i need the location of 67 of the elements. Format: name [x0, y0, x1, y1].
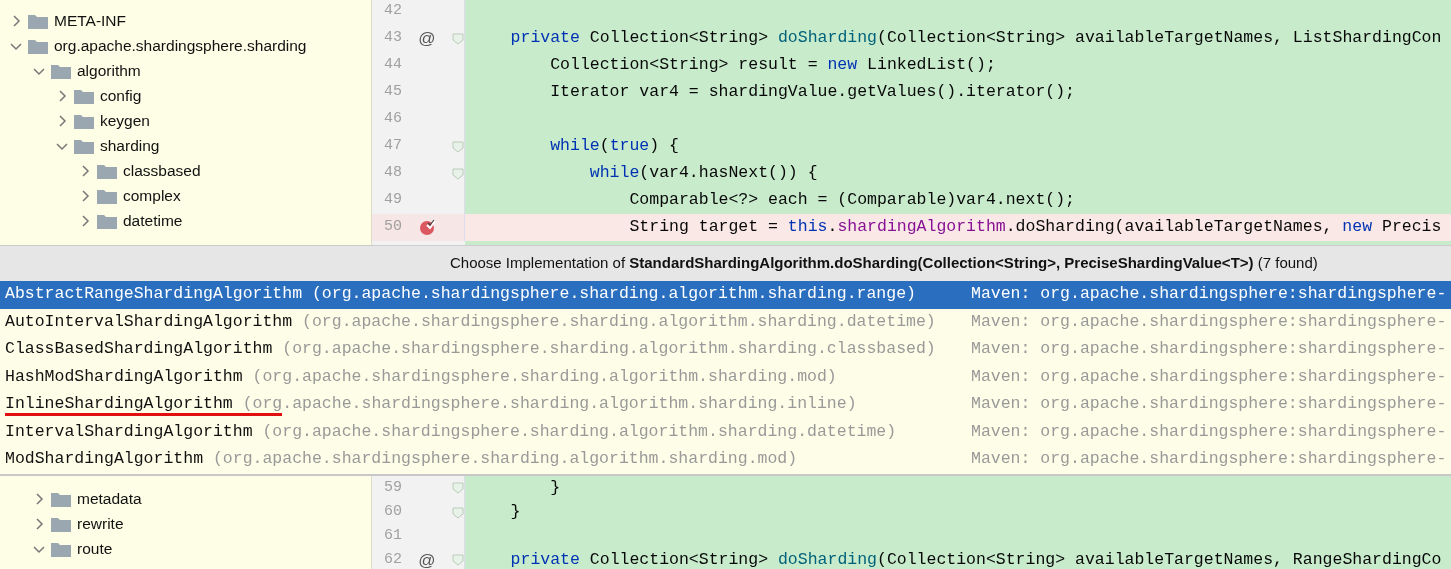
- folder-icon: [97, 212, 117, 229]
- folder-icon: [97, 187, 117, 204]
- tree-item-label[interactable]: sharding: [100, 133, 160, 158]
- code-line: Iterator var4 = shardingValue.getValues().iterator();: [549, 81, 1075, 104]
- chevron-down-icon[interactable]: [33, 543, 45, 555]
- code-line: Comparable<?> each = (Comparable)var4.next();: [628, 189, 1075, 212]
- folder-icon: [28, 12, 48, 29]
- line-number: 59: [383, 477, 402, 498]
- implementation-item[interactable]: AutoIntervalShardingAlgorithm (org.apache.shardingsphere.sharding.algorithm.sharding.datetime) Maven: org.apache.shardingsphere:shardingsphere-: [0, 308, 1451, 336]
- chevron-right-icon[interactable]: [10, 14, 22, 27]
- folder-icon: [51, 491, 71, 507]
- implementation-item[interactable]: ClassBasedShardingAlgorithm (org.apache.shardingsphere.sharding.algorithm.sharding.classbased) Maven: org.apache.shardingsphere:shardingsphere-: [0, 336, 1451, 364]
- tree-item-label[interactable]: route: [77, 537, 113, 561]
- line-number: 48: [383, 163, 402, 184]
- tree-item-label[interactable]: keygen: [100, 108, 150, 133]
- code-line: while(var4.hasNext()) {: [588, 162, 818, 185]
- chevron-right-icon[interactable]: [79, 189, 91, 202]
- tree-item-label[interactable]: datetime: [123, 208, 183, 233]
- tree-item-label[interactable]: config: [100, 83, 142, 108]
- implementation-item[interactable]: ModShardingAlgorithm (org.apache.shardingsphere.sharding.algorithm.sharding.mod) Maven: org.apache.shardingsphere:shardingsphere-: [0, 446, 1451, 474]
- code-line: }: [549, 476, 561, 499]
- folder-icon: [74, 137, 94, 154]
- folder-icon: [51, 516, 71, 532]
- chevron-right-icon[interactable]: [33, 518, 45, 530]
- folder-icon: [97, 162, 117, 179]
- folder-icon: [74, 87, 94, 104]
- code-line: private Collection<String> doSharding(Collection<String> availableTargetNames, ListShardingCon: [509, 27, 1442, 50]
- code-line: }: [509, 501, 521, 524]
- chevron-right-icon[interactable]: [56, 89, 68, 102]
- code-line: private Collection<String> doSharding(Collection<String> availableTargetNames, RangeShardingCo: [509, 548, 1442, 569]
- tree-item-label[interactable]: metadata: [77, 487, 142, 511]
- tree-item-label[interactable]: rewrite: [77, 512, 124, 536]
- popup-title: Choose Implementation of StandardShardingAlgorithm.doSharding(Collection<String>, PreciseShardingValue<T>) (7 found): [450, 253, 1318, 274]
- code-line: Collection<String> result = new LinkedList();: [549, 54, 996, 77]
- line-number: 42: [383, 1, 402, 22]
- folder-icon: [28, 37, 48, 54]
- tree-item-label[interactable]: org.apache.shardingsphere.sharding: [54, 33, 307, 58]
- implementation-item[interactable]: AbstractRangeShardingAlgorithm (org.apache.shardingsphere.sharding.algorithm.sharding.range) Maven: org.apache.shardingsphere:shardingsphere-: [0, 281, 1451, 309]
- tree-item-label[interactable]: META-INF: [54, 8, 127, 33]
- chevron-right-icon[interactable]: [79, 164, 91, 177]
- override-marker[interactable]: @: [418, 547, 436, 569]
- line-number: 49: [383, 190, 402, 211]
- chevron-right-icon[interactable]: [33, 493, 45, 505]
- folder-icon: [51, 541, 71, 557]
- line-number: 43: [383, 28, 402, 49]
- folder-icon: [74, 112, 94, 129]
- override-marker[interactable]: @: [418, 25, 436, 52]
- tree-item-label[interactable]: classbased: [123, 158, 201, 183]
- line-number: 50: [383, 217, 402, 238]
- chevron-right-icon[interactable]: [79, 214, 91, 227]
- line-number: 62: [383, 550, 402, 569]
- line-number: 60: [383, 502, 402, 523]
- line-number: 47: [383, 136, 402, 157]
- tree-item-label[interactable]: algorithm: [77, 58, 141, 83]
- folder-icon: [51, 62, 71, 79]
- implementation-item[interactable]: InlineShardingAlgorithm (org.apache.shardingsphere.sharding.algorithm.sharding.inline) Maven: org.apache.shardingsphere:shardingsphere-: [0, 391, 1451, 419]
- implementation-item[interactable]: HashModShardingAlgorithm (org.apache.shardingsphere.sharding.algorithm.sharding.mod) Maven: org.apache.shardingsphere:shardingsphere-: [0, 363, 1451, 391]
- line-number: 45: [383, 82, 402, 103]
- line-number: 46: [383, 109, 402, 130]
- breakpoint-icon[interactable]: [418, 219, 436, 236]
- code-line: String target = this.shardingAlgorithm.doSharding(availableTargetNames, new Precis: [628, 216, 1442, 239]
- tree-item-label[interactable]: complex: [123, 183, 181, 208]
- implementation-item[interactable]: IntervalShardingAlgorithm (org.apache.shardingsphere.sharding.algorithm.sharding.datetime) Maven: org.apache.shardingsphere:shardingsphere-: [0, 418, 1451, 446]
- code-line: while(true) {: [549, 135, 679, 158]
- line-number: 44: [383, 55, 402, 76]
- chevron-right-icon[interactable]: [56, 114, 68, 127]
- line-number: 61: [383, 526, 402, 546]
